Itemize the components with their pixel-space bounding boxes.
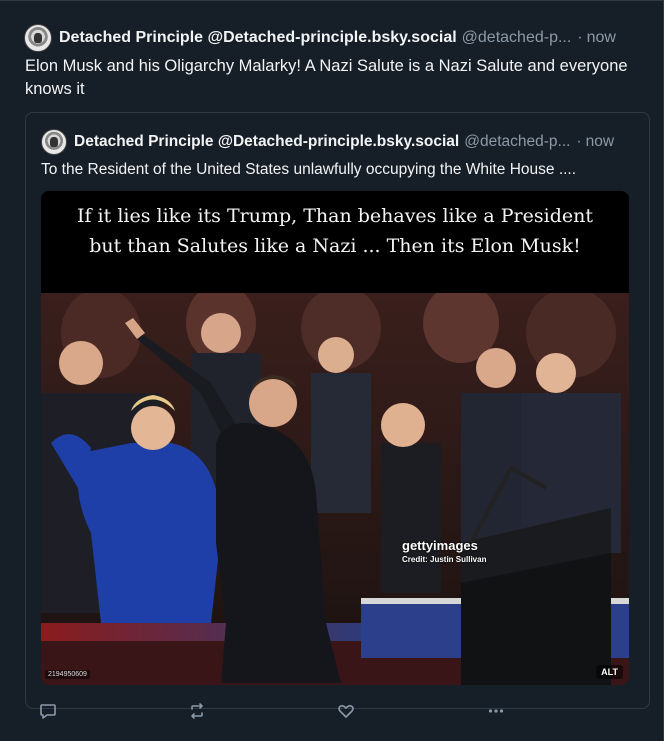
alt-text-badge[interactable]: ALT <box>596 665 623 679</box>
like-button[interactable] <box>335 700 357 722</box>
post-actions <box>0 700 664 724</box>
quote-separator-dot: · <box>576 133 582 150</box>
repost-icon <box>191 703 203 719</box>
image-id-label: 2194950609 <box>45 670 90 679</box>
meme-caption: If it lies like its Trump, Than behaves … <box>41 191 629 293</box>
quote-timestamp[interactable]: now <box>586 133 614 151</box>
author-display-name[interactable]: Detached Principle @Detached-principle.b… <box>59 29 457 47</box>
post-header: Detached Principle @Detached-principle.b… <box>24 24 616 52</box>
event-photo: gettyimages Credit: Justin Sullivan 2194… <box>41 293 629 685</box>
post-text: Elon Musk and his Oligarchy Malarky! A N… <box>25 57 628 98</box>
reply-button[interactable] <box>37 700 59 722</box>
more-options-icon <box>488 709 504 713</box>
getty-watermark: gettyimages <box>402 538 478 553</box>
avatar[interactable] <box>24 24 52 52</box>
repost-button[interactable] <box>186 700 208 722</box>
photo-credit: Credit: Justin Sullivan <box>402 555 487 564</box>
feed-post[interactable]: Detached Principle @Detached-principle.b… <box>0 0 664 741</box>
quote-author-display-name[interactable]: Detached Principle @Detached-principle.b… <box>74 133 459 151</box>
event-photo-illustration <box>41 293 629 685</box>
heart-icon <box>338 704 354 718</box>
quoted-post-card[interactable]: Detached Principle @Detached-principle.b… <box>25 112 650 709</box>
reply-icon <box>40 704 56 719</box>
post-timestamp[interactable]: now <box>587 29 616 47</box>
quote-text: To the Resident of the United States unl… <box>41 161 577 178</box>
quote-header: Detached Principle @Detached-principle.b… <box>41 129 614 155</box>
quote-author-handle[interactable]: @detached-p... <box>464 133 570 151</box>
quote-avatar[interactable] <box>41 129 67 155</box>
meme-caption-line-1: If it lies like its Trump, Than behaves … <box>76 205 593 227</box>
author-handle[interactable]: @detached-p... <box>462 29 572 47</box>
quote-image[interactable]: If it lies like its Trump, Than behaves … <box>41 191 629 685</box>
separator-dot: · <box>577 29 583 46</box>
meme-caption-line-2: but than Salutes like a Nazi ... Then it… <box>89 235 581 257</box>
more-options-button[interactable] <box>485 700 507 722</box>
